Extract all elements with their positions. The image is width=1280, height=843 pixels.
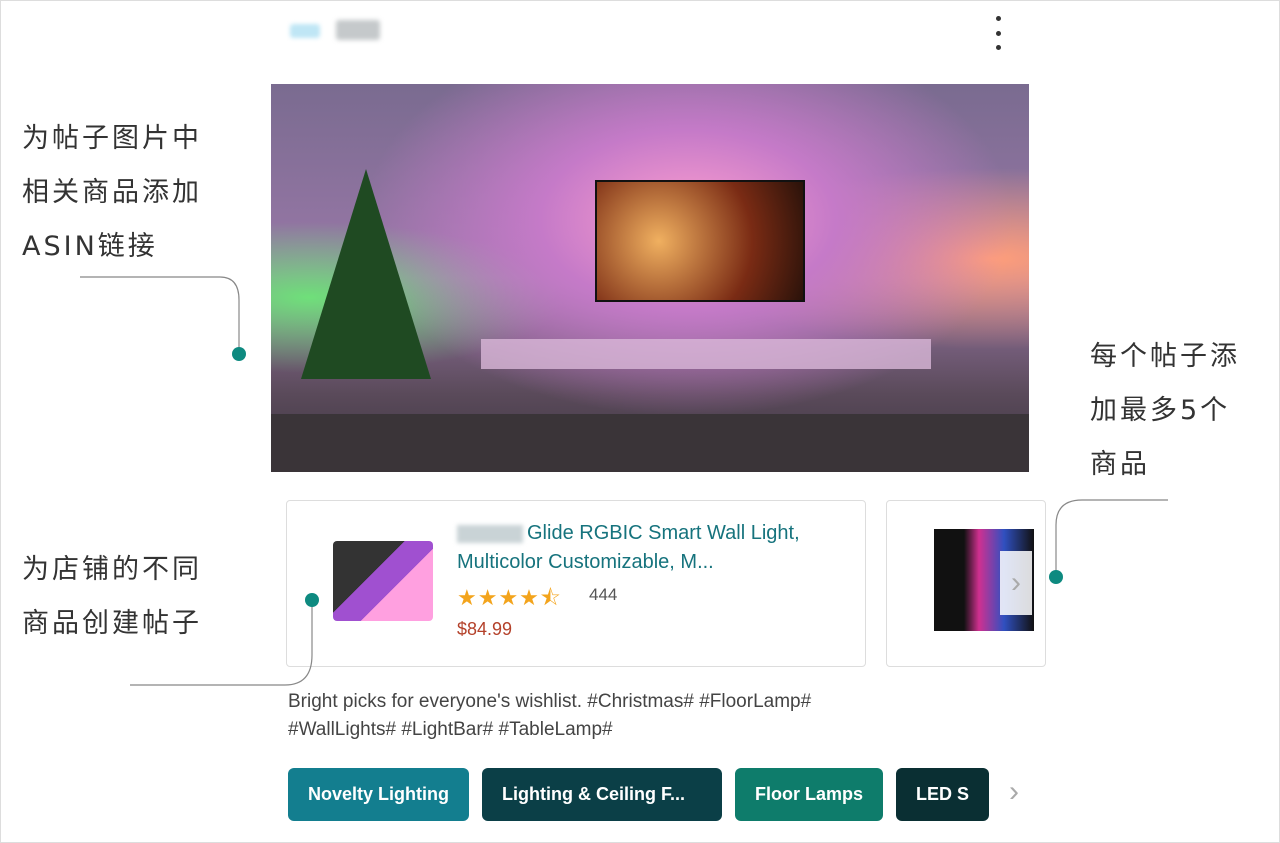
annotation-max-products: 每个帖子添 加最多5个 商品 <box>1090 330 1240 492</box>
annotation-line: 加最多5个 <box>1090 395 1231 426</box>
annotation-per-product: 为店铺的不同 商品创建帖子 <box>22 543 202 651</box>
annotation-line: ASIN链接 <box>22 231 158 262</box>
annotation-line: 商品创建帖子 <box>22 608 202 639</box>
annotation-line: 相关商品添加 <box>22 177 202 208</box>
annotation-line: 商品 <box>1090 449 1150 480</box>
annotation-line: 每个帖子添 <box>1090 341 1240 372</box>
annotation-asin-link: 为帖子图片中 相关商品添加 ASIN链接 <box>22 112 202 274</box>
annotation-line: 为帖子图片中 <box>22 123 202 154</box>
annotation-line: 为店铺的不同 <box>22 554 202 585</box>
